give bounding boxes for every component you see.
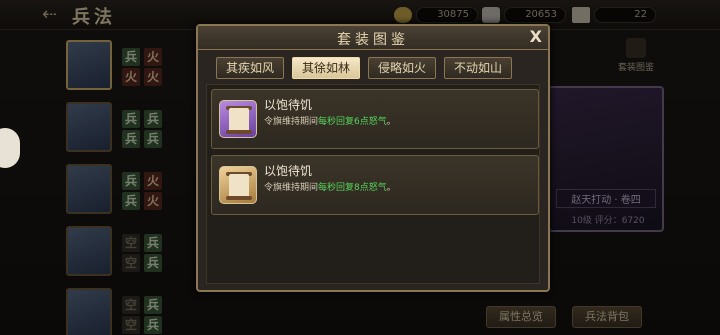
desc-prefix: 令旗维持期间 [264,183,319,193]
set-item[interactable]: 以饱待饥 令旗维持期间每秒回复6点怒气。 [211,89,539,149]
tab-qijirufeng[interactable]: 其疾如风 [216,57,284,79]
floating-assist-button[interactable] [0,128,20,168]
tab-qinlüeruhuo[interactable]: 侵略如火 [368,57,436,79]
game-screen: ⇠ 兵法 30875 20653 22 兵 火 火 火 兵 兵 兵 兵 兵 火 … [0,0,720,335]
set-item-name: 以饱待饥 [264,98,313,112]
desc-suffix: 。 [386,117,396,127]
close-icon[interactable]: X [530,27,542,46]
desc-highlight: 每秒回复6点怒气 [318,117,387,127]
tab-budongrushan[interactable]: 不动如山 [444,57,512,79]
set-item-desc: 令旗维持期间每秒回复8点怒气。 [264,180,396,193]
set-list-panel: 以饱待饥 令旗维持期间每秒回复6点怒气。 以饱待饥 令旗维持期间每秒回复8点怒气… [206,84,540,284]
desc-suffix: 。 [386,183,396,193]
set-tabs: 其疾如风 其徐如林 侵略如火 不动如山 [216,57,512,79]
desc-highlight: 每秒回复8点怒气 [318,183,387,193]
set-item-desc: 令旗维持期间每秒回复6点怒气。 [264,114,396,127]
set-item[interactable]: 以饱待饥 令旗维持期间每秒回复8点怒气。 [211,155,539,215]
tab-qixurulin[interactable]: 其徐如林 [292,57,360,79]
dialog-title: 套装图鉴 [337,32,409,48]
gold-scroll-icon [219,166,257,204]
desc-prefix: 令旗维持期间 [264,117,319,127]
dialog-header: 套装图鉴 X [198,26,548,50]
set-catalog-dialog: 套装图鉴 X 其疾如风 其徐如林 侵略如火 不动如山 以饱待饥 令旗维持期间每秒… [196,24,550,292]
set-item-name: 以饱待饥 [264,164,313,178]
purple-scroll-icon [219,100,257,138]
